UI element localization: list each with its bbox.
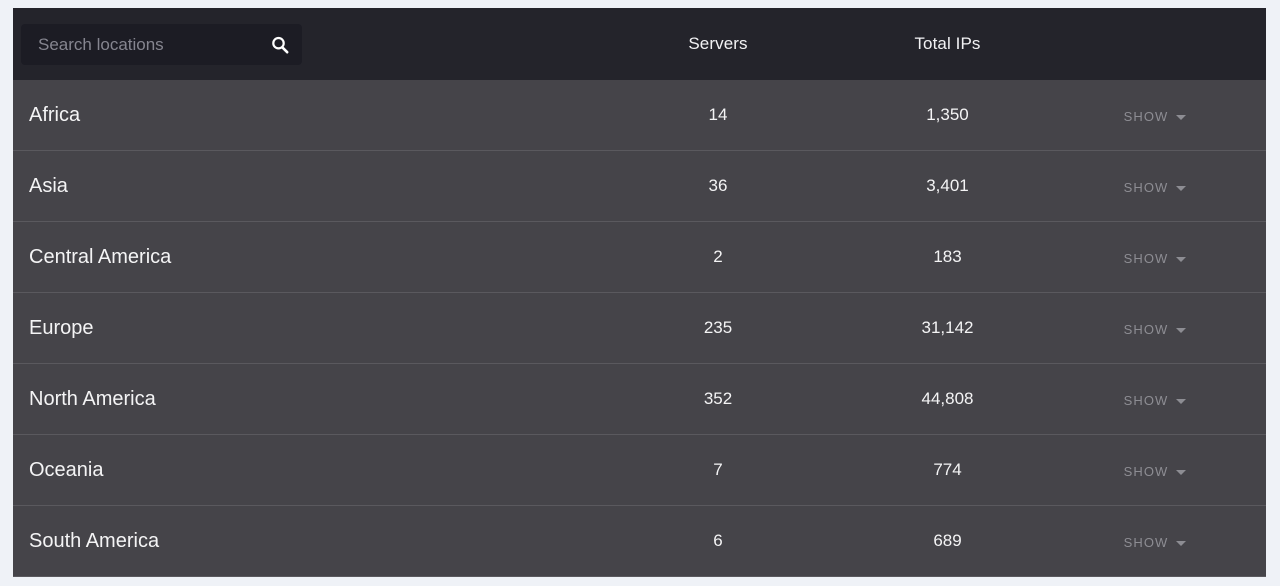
show-button-label: SHOW	[1123, 464, 1169, 479]
table-row-europe[interactable]: Europe 235 31,142 SHOW	[13, 293, 1266, 364]
chevron-down-icon	[1176, 114, 1187, 120]
cell-action: SHOW	[1060, 251, 1250, 267]
show-button[interactable]: SHOW	[1124, 535, 1187, 551]
search-box[interactable]	[21, 24, 302, 65]
chevron-down-icon	[1176, 327, 1187, 333]
table-row-africa[interactable]: Africa 14 1,350 SHOW	[13, 80, 1266, 151]
cell-servers: 235	[703, 318, 733, 337]
cell-total-ips: 44,808	[921, 389, 974, 408]
locations-table-card: Servers Total IPs Africa 14 1,350 SHOW A…	[13, 8, 1266, 577]
chevron-down-icon	[1176, 185, 1187, 191]
show-button-label: SHOW	[1123, 251, 1169, 266]
chevron-down-icon	[1176, 469, 1187, 475]
cell-action: SHOW	[1060, 464, 1250, 480]
table-row-oceania[interactable]: Oceania 7 774 SHOW	[13, 435, 1266, 506]
cell-action: SHOW	[1060, 393, 1250, 409]
cell-servers: 36	[708, 176, 728, 195]
show-button[interactable]: SHOW	[1124, 393, 1187, 409]
cell-servers: 7	[713, 460, 723, 479]
cell-total-ips: 31,142	[921, 318, 974, 337]
cell-region: Africa	[29, 104, 81, 126]
cell-total-ips: 1,350	[926, 105, 969, 124]
cell-region: Europe	[29, 317, 94, 339]
cell-total-ips: 3,401	[926, 176, 969, 195]
table-row-north-america[interactable]: North America 352 44,808 SHOW	[13, 364, 1266, 435]
table-row-asia[interactable]: Asia 36 3,401 SHOW	[13, 151, 1266, 222]
table-row-south-america[interactable]: South America 6 689 SHOW	[13, 506, 1266, 577]
chevron-down-icon	[1176, 540, 1187, 546]
chevron-down-icon	[1176, 256, 1187, 262]
search-icon[interactable]	[270, 35, 290, 55]
cell-servers: 352	[703, 389, 733, 408]
table-header: Servers Total IPs	[13, 8, 1266, 80]
cell-action: SHOW	[1060, 109, 1250, 125]
show-button[interactable]: SHOW	[1124, 464, 1187, 480]
locations-table-body: Africa 14 1,350 SHOW Asia 36 3,401 SHOW …	[13, 80, 1266, 577]
cell-servers: 6	[713, 531, 723, 550]
column-header-total-ips: Total IPs	[914, 34, 981, 53]
search-input[interactable]	[38, 32, 264, 57]
cell-region: Oceania	[29, 459, 104, 481]
show-button-label: SHOW	[1123, 535, 1169, 550]
chevron-down-icon	[1176, 398, 1187, 404]
cell-region: Central America	[29, 246, 172, 268]
show-button[interactable]: SHOW	[1124, 180, 1187, 196]
show-button-label: SHOW	[1123, 180, 1169, 195]
cell-total-ips: 183	[933, 247, 962, 266]
cell-region: South America	[29, 530, 160, 552]
show-button[interactable]: SHOW	[1124, 251, 1187, 267]
show-button-label: SHOW	[1123, 109, 1169, 124]
cell-region: Asia	[29, 175, 68, 197]
cell-servers: 14	[708, 105, 728, 124]
show-button[interactable]: SHOW	[1124, 109, 1187, 125]
table-row-central-america[interactable]: Central America 2 183 SHOW	[13, 222, 1266, 293]
show-button-label: SHOW	[1123, 322, 1169, 337]
show-button[interactable]: SHOW	[1124, 322, 1187, 338]
cell-action: SHOW	[1060, 180, 1250, 196]
show-button-label: SHOW	[1123, 393, 1169, 408]
cell-region: North America	[29, 388, 156, 410]
cell-total-ips: 689	[933, 531, 962, 550]
cell-action: SHOW	[1060, 322, 1250, 338]
column-header-servers: Servers	[688, 34, 748, 53]
cell-action: SHOW	[1060, 535, 1250, 551]
cell-total-ips: 774	[933, 460, 962, 479]
cell-servers: 2	[713, 247, 723, 266]
